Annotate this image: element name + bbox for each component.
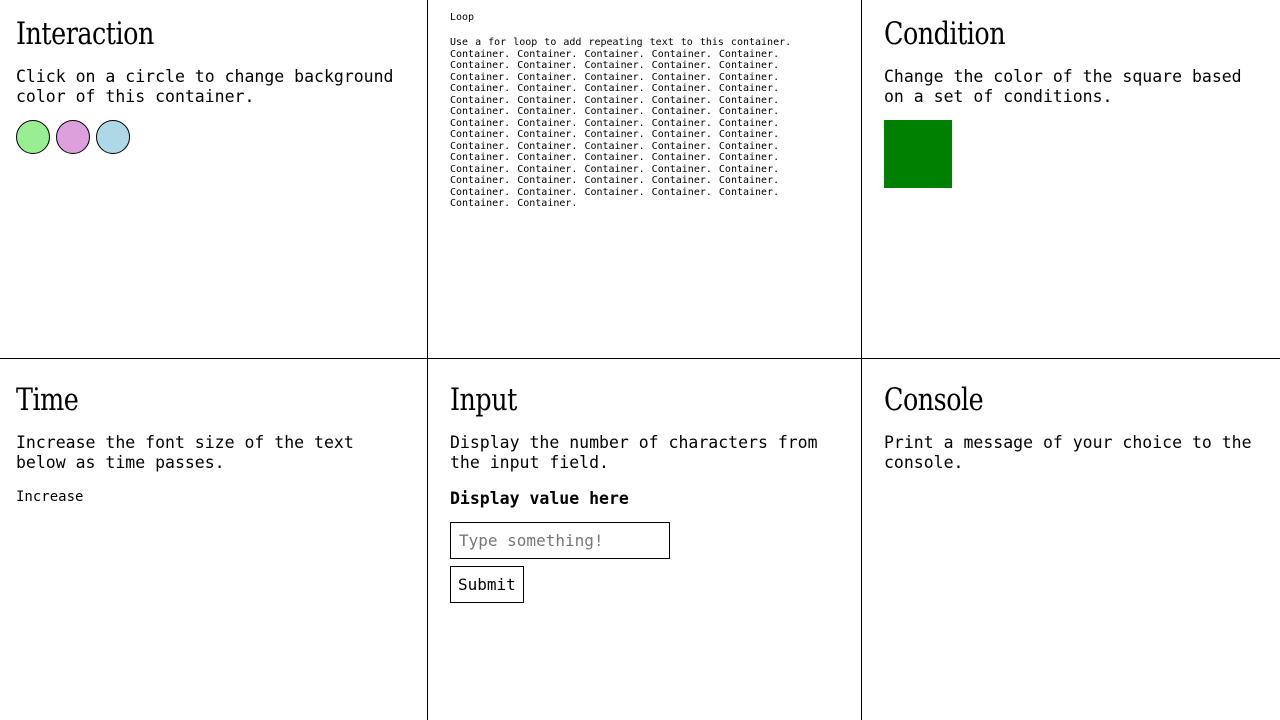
- loop-panel: Loop Use a for loop to add repeating tex…: [428, 0, 862, 359]
- console-description: Print a message of your choice to the co…: [884, 433, 1252, 472]
- time-panel: Time Increase the font size of the text …: [0, 359, 428, 720]
- interaction-panel: Interaction Click on a circle to change …: [0, 0, 428, 359]
- condition-description: Change the color of the square based on …: [884, 67, 1242, 106]
- interaction-title: Interaction: [16, 16, 154, 52]
- submit-button[interactable]: Submit: [450, 566, 524, 603]
- loop-repeated-text: Use a for loop to add repeating text to …: [450, 37, 830, 210]
- time-title: Time: [16, 382, 79, 418]
- increase-text: Increase: [16, 489, 84, 505]
- console-panel: Console Print a message of your choice t…: [862, 359, 1280, 720]
- input-panel: Input Display the number of characters f…: [428, 359, 862, 720]
- time-description: Increase the font size of the text below…: [16, 433, 354, 472]
- text-input[interactable]: [450, 522, 670, 559]
- input-description: Display the number of characters from th…: [450, 433, 818, 472]
- condition-title: Condition: [884, 16, 1006, 52]
- plum-circle[interactable]: [56, 120, 90, 154]
- condition-square: [884, 120, 952, 188]
- color-circles: [16, 120, 411, 154]
- lightblue-circle[interactable]: [96, 120, 130, 154]
- loop-label: Loop: [450, 12, 475, 23]
- display-value: Display value here: [450, 489, 629, 508]
- green-circle[interactable]: [16, 120, 50, 154]
- console-title: Console: [884, 382, 984, 418]
- loop-repeat: Container. Container. Container. Contain…: [450, 48, 780, 210]
- exercise-grid: Interaction Click on a circle to change …: [0, 0, 1280, 720]
- condition-panel: Condition Change the color of the square…: [862, 0, 1280, 359]
- interaction-description: Click on a circle to change background c…: [16, 67, 394, 106]
- loop-intro: Use a for loop to add repeating text to …: [450, 37, 792, 48]
- input-title: Input: [450, 382, 517, 418]
